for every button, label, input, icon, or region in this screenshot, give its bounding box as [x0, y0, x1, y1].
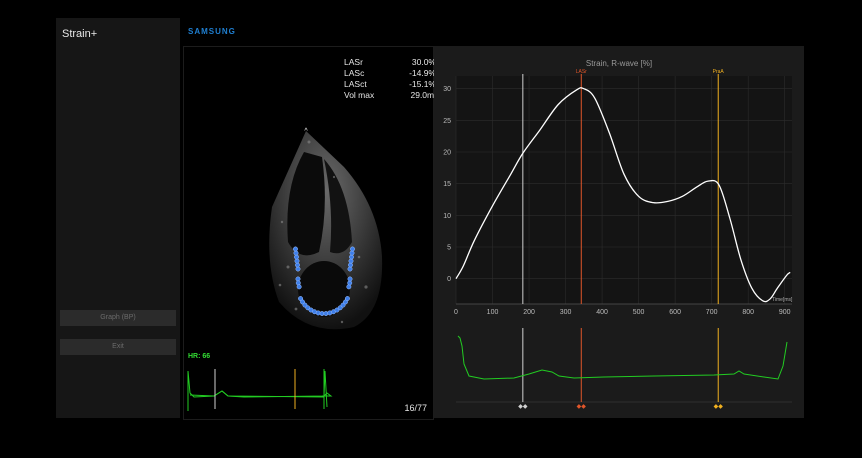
ecg-marker-diamonds: ◆◆ — [577, 404, 587, 410]
x-tick-label: 800 — [742, 309, 754, 316]
x-tick-label: 500 — [633, 309, 645, 316]
x-tick-label: 0 — [454, 309, 458, 316]
event-marker-label: LASr — [576, 69, 587, 75]
ecg-marker-diamonds: ◆◆ — [714, 404, 724, 410]
tracking-point — [347, 276, 353, 282]
tracking-point — [344, 296, 350, 301]
tracking-point — [295, 262, 300, 268]
mini-ecg-strip — [187, 369, 333, 411]
strain-graph-panel[interactable]: Strain, R-wave [%] 0 5 10 15 20 25 30 0 100 200 30… — [434, 46, 804, 418]
y-tick-label: 10 — [443, 213, 451, 220]
sidebar-title: Strain+ — [62, 28, 98, 40]
x-tick-label: 900 — [779, 309, 791, 316]
x-tick-label: 600 — [669, 309, 681, 316]
tracking-point — [293, 250, 299, 256]
tracking-point — [348, 262, 353, 268]
y-tick-label: 30 — [443, 86, 451, 93]
tracking-point — [295, 266, 301, 272]
tracking-point — [349, 254, 354, 260]
measurement-list: LASr 30.0% LASc -14.9% LASct -15.1% Vol max… — [344, 57, 436, 101]
x-tick-label: 400 — [596, 309, 608, 316]
x-tick-label: 700 — [706, 309, 718, 316]
ecg-trace — [457, 335, 788, 380]
tracking-point — [294, 254, 299, 260]
y-tick-label: 0 — [447, 276, 451, 283]
frame-counter: 16/77 — [404, 403, 427, 413]
echo-image-panel[interactable]: ^ LASr 30.0% LASc -14.9% LASct -15.1% Vol m… — [183, 46, 436, 420]
graph-bp-button[interactable]: Graph (BP) — [60, 310, 176, 326]
y-tick-label: 15 — [443, 181, 451, 188]
tracking-point — [348, 258, 354, 264]
tracking-point — [294, 258, 300, 264]
exit-button[interactable]: Exit — [60, 339, 176, 355]
y-tick-label: 25 — [443, 118, 451, 125]
brand-logo: SAMSUNG — [188, 27, 236, 36]
tracking-point — [293, 246, 298, 252]
tracking-point — [296, 284, 302, 290]
measurement-row: LASr 30.0% — [344, 57, 436, 67]
sidebar: Strain+ Graph (BP) Exit — [56, 18, 180, 418]
measurement-row: LASc -14.9% — [344, 68, 436, 78]
ecg-marker-diamonds: ◆◆ — [518, 404, 528, 410]
event-marker-label: PraA — [713, 69, 725, 75]
y-tick-label: 5 — [447, 245, 451, 252]
x-tick-label: 200 — [523, 309, 535, 316]
tracking-point — [347, 266, 353, 272]
tracking-point — [349, 250, 355, 256]
measurement-row: LASct -15.1% — [344, 79, 436, 89]
tracking-point — [350, 246, 355, 252]
x-tick-label: 300 — [560, 309, 572, 316]
heart-rate-label: HR: 66 — [188, 353, 211, 360]
measurement-row: Vol max 29.0ml — [344, 90, 436, 100]
echo-image: ^ — [269, 128, 383, 330]
x-tick-label: 100 — [487, 309, 499, 316]
strain-chart[interactable]: 0510152025300 100 200 300 400 500 600 700 800 900… — [434, 46, 804, 418]
plot-area — [456, 76, 792, 304]
y-tick-label: 20 — [443, 150, 451, 157]
x-axis-label: Time[ms] — [772, 297, 793, 303]
